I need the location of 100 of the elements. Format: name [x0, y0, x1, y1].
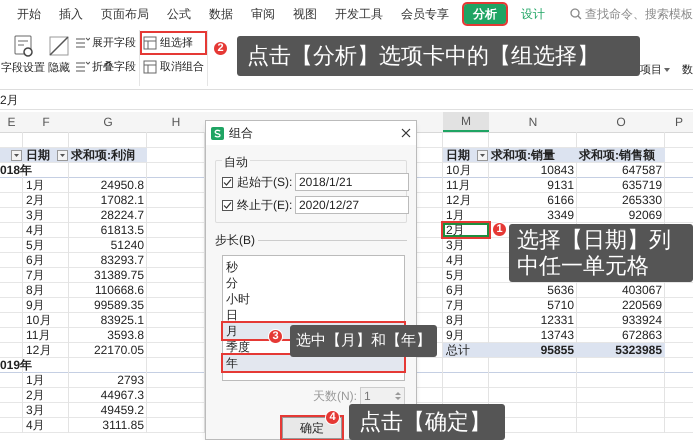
table-cell: 265330: [622, 193, 662, 207]
list-item[interactable]: 分: [223, 275, 404, 291]
table-cell: 5323985: [615, 343, 662, 357]
table-cell[interactable]: 11月: [443, 178, 489, 192]
table-cell: 3593.8: [107, 328, 144, 342]
table-cell: 83293.7: [100, 253, 144, 267]
field-label: 终止于(E):: [237, 197, 291, 214]
ribbon-button[interactable]: 隐藏: [46, 30, 72, 84]
table-cell: 3349: [547, 208, 574, 222]
table-cell[interactable]: 3月: [443, 238, 489, 252]
table-cell[interactable]: 总计: [443, 343, 489, 357]
input-field[interactable]: 2018/1/21: [295, 173, 409, 191]
spin-value: 1: [363, 388, 372, 404]
column-header[interactable]: E: [0, 112, 23, 132]
ribbon-tab[interactable]: 审阅: [242, 4, 284, 24]
field-label: 天数(N):: [313, 388, 357, 405]
pivot-row-label: 4月: [25, 223, 45, 237]
table-cell[interactable]: 1月: [443, 208, 489, 222]
ribbon-button[interactable]: 数: [682, 62, 693, 78]
table-cell: 5710: [547, 298, 574, 312]
filter-icon: [11, 150, 22, 160]
table-cell[interactable]: 7月: [443, 298, 489, 312]
table-cell: 99589.35: [94, 298, 144, 312]
table-cell[interactable]: 9月: [443, 328, 489, 342]
pivot-group-label: 018年: [0, 163, 32, 177]
annotation-tooltip: 选中【月】和【年】: [290, 325, 437, 357]
close-icon: [401, 128, 411, 138]
ribbon-button[interactable]: 折叠字段: [74, 57, 137, 77]
pivot-group-label: 019年: [0, 358, 32, 372]
table-cell: 83925.1: [100, 313, 144, 327]
checkbox[interactable]: [222, 200, 233, 210]
ribbon-tab[interactable]: 插入: [50, 4, 92, 24]
dialog-title: 组合: [229, 125, 254, 142]
list-item[interactable]: 年: [223, 355, 404, 371]
pivot-row-label: 2月: [25, 193, 45, 207]
ribbon-tab[interactable]: 数据: [200, 4, 242, 24]
table-cell: 6166: [547, 193, 574, 207]
table-cell: 28224.7: [100, 208, 144, 222]
table-cell: 672863: [622, 328, 662, 342]
step-badge: 1: [492, 222, 507, 237]
pivot-row-label: 4月: [25, 418, 45, 432]
step-badge: 2: [213, 41, 228, 56]
column-header[interactable]: F: [23, 112, 69, 132]
ribbon-button[interactable]: 字段设置: [0, 30, 46, 84]
table-cell[interactable]: 6月: [443, 283, 489, 297]
table-cell[interactable]: 8月: [443, 313, 489, 327]
pivot-row-label: 3月: [25, 403, 45, 417]
group-label: 自动: [222, 153, 250, 171]
table-cell: 22170.05: [94, 343, 144, 357]
ribbon-tab[interactable]: 开始: [8, 4, 50, 24]
table-cell[interactable]: 5月: [443, 268, 489, 282]
ribbon-icon: [75, 36, 90, 50]
column-header[interactable]: O: [577, 112, 665, 132]
column-header[interactable]: G: [69, 112, 147, 132]
checkbox[interactable]: [222, 176, 233, 188]
table-cell: 24950.8: [100, 178, 144, 192]
table-cell: 61813.5: [100, 223, 144, 237]
ribbon-icon: [47, 34, 71, 58]
check-icon: [223, 178, 232, 186]
pivot-row-label: 6月: [25, 253, 45, 267]
ribbon-tab[interactable]: 会员专享: [392, 4, 458, 24]
formula-bar-value: 2月: [0, 92, 19, 108]
ribbon-button[interactable]: 取消组合: [142, 57, 205, 77]
ribbon-tab[interactable]: 视图: [284, 4, 326, 24]
search-field[interactable]: 查找命令、搜索模板: [585, 5, 693, 23]
table-cell: 13743: [540, 328, 574, 342]
pivot-row-label: 7月: [25, 268, 45, 282]
table-cell: 110668.6: [94, 283, 144, 297]
spin-arrows-icon: [394, 390, 402, 402]
list-item[interactable]: 日: [223, 307, 404, 323]
ribbon-button[interactable]: 展开字段: [74, 33, 137, 53]
table-cell: 10843: [540, 163, 574, 177]
list-item[interactable]: 秒: [223, 259, 404, 275]
ribbon-icon: [143, 60, 158, 74]
table-cell[interactable]: 10月: [443, 163, 489, 177]
table-cell: 92069: [628, 208, 662, 222]
table-cell: 933924: [622, 313, 662, 327]
pivot-header: 日期: [25, 148, 50, 162]
table-cell[interactable]: 4月: [443, 253, 489, 267]
input-field[interactable]: 2020/12/27: [295, 196, 409, 214]
table-cell: 95855: [540, 343, 574, 357]
pivot-row-label: 3月: [25, 208, 45, 222]
table-cell: 403067: [622, 283, 662, 297]
ribbon-button[interactable]: 项目: [640, 62, 670, 78]
pivot-row-label: 11月: [25, 328, 50, 342]
ribbon-tab[interactable]: 公式: [158, 4, 200, 24]
ribbon-tab[interactable]: 页面布局: [92, 4, 158, 24]
pivot-row-label: 5月: [25, 238, 45, 252]
ribbon-tab[interactable]: 开发工具: [326, 4, 392, 24]
table-cell[interactable]: 12月: [443, 193, 489, 207]
column-header[interactable]: N: [489, 112, 577, 132]
column-header[interactable]: M: [443, 112, 489, 132]
pivot-header: 日期: [445, 148, 470, 162]
column-header[interactable]: H: [147, 112, 205, 132]
table-cell[interactable]: 2月: [443, 223, 489, 237]
field-label: 起始于(S):: [237, 174, 291, 191]
column-header[interactable]: P: [665, 112, 693, 132]
pivot-row-label: 1月: [25, 178, 45, 192]
ribbon-button[interactable]: 组选择: [142, 33, 205, 53]
list-item[interactable]: 小时: [223, 291, 404, 307]
